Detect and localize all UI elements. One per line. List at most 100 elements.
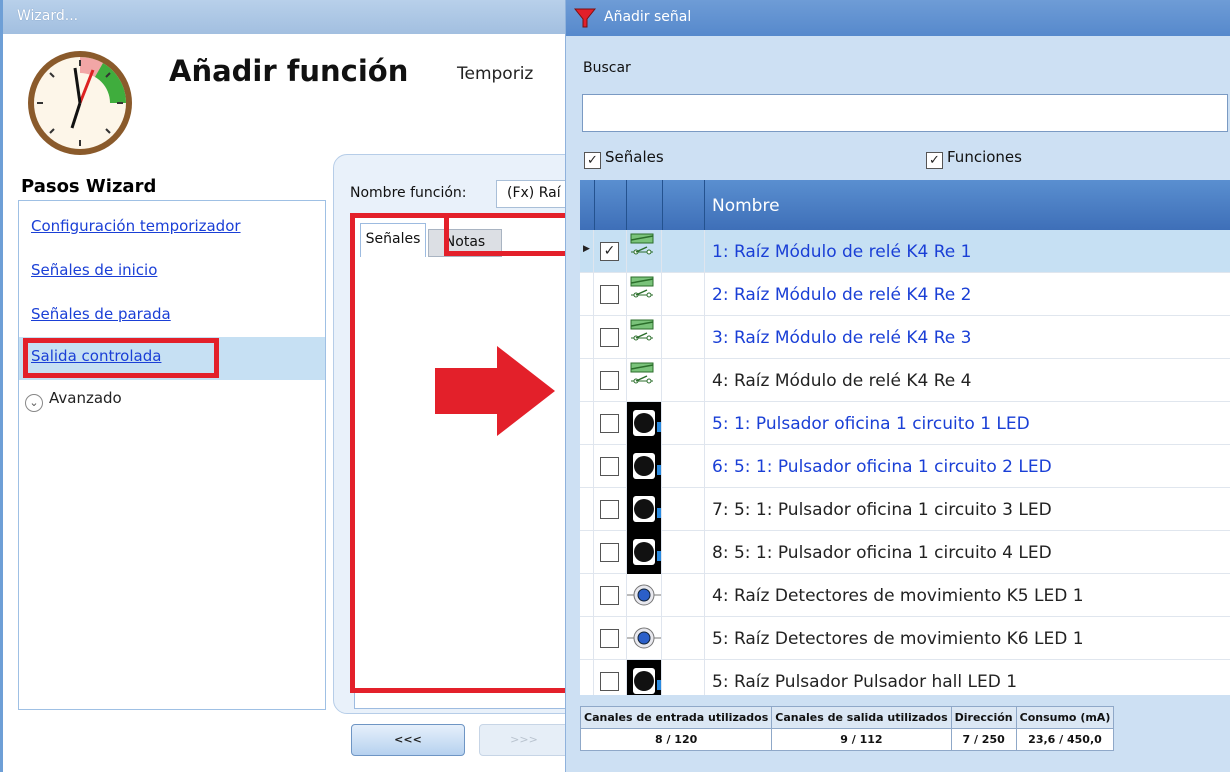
- row-checkbox[interactable]: [600, 629, 619, 648]
- table-row[interactable]: 3: Raíz Módulo de relé K4 Re 3: [580, 316, 1230, 359]
- table-row[interactable]: 5: 1: Pulsador oficina 1 circuito 1 LED: [580, 402, 1230, 445]
- filter-functions-label: Funciones: [947, 148, 1022, 166]
- stat-header-output: Canales de salida utilizados: [771, 706, 952, 729]
- row-indicator: [580, 617, 594, 660]
- function-name-label: Nombre función:: [350, 185, 467, 201]
- table-row[interactable]: 6: 5: 1: Pulsador oficina 1 circuito 2 L…: [580, 445, 1230, 488]
- filter-signals-checkbox[interactable]: ✓ Señales: [584, 148, 664, 169]
- pushbutton-icon: [626, 445, 662, 488]
- table-row[interactable]: 5: Raíz Pulsador Pulsador hall LED 1: [580, 660, 1230, 695]
- advanced-label: Avanzado: [49, 389, 122, 407]
- relay-icon: [626, 273, 662, 316]
- relay-icon: [626, 359, 662, 402]
- row-indicator: [580, 574, 594, 617]
- row-checkbox[interactable]: [600, 371, 619, 390]
- advanced-expander[interactable]: ⌄ Avanzado: [25, 389, 122, 412]
- relay-icon: [626, 230, 662, 273]
- table-row[interactable]: 5: Raíz Detectores de movimiento K6 LED …: [580, 617, 1230, 660]
- motion-detector-icon: [626, 617, 662, 660]
- stat-value-output: 9 / 112: [771, 728, 952, 751]
- row-checkbox[interactable]: [600, 414, 619, 433]
- row-indicator: [580, 273, 594, 316]
- cell-divider: [704, 660, 705, 695]
- function-name-field[interactable]: (Fx) Raí: [496, 180, 576, 208]
- dialog-titlebar: Añadir señal: [566, 0, 1230, 36]
- checkbox-checked-icon: ✓: [584, 152, 601, 169]
- table-row[interactable]: ▶ ✓ 1: Raíz Módulo de relé K4 Re 1: [580, 230, 1230, 273]
- chevron-down-icon: ⌄: [25, 394, 43, 412]
- row-indicator: [580, 402, 594, 445]
- row-checkbox[interactable]: [600, 285, 619, 304]
- usage-table: Canales de entrada utilizados Canales de…: [579, 706, 1115, 751]
- back-button[interactable]: <<<: [351, 724, 465, 756]
- grid-header: Nombre: [580, 180, 1230, 230]
- table-row[interactable]: 8: 5: 1: Pulsador oficina 1 circuito 4 L…: [580, 531, 1230, 574]
- wizard-titlebar: Wizard...: [3, 0, 565, 34]
- cell-divider: [704, 617, 705, 660]
- red-arrow-icon: [435, 346, 555, 436]
- next-button[interactable]: >>>: [479, 724, 569, 756]
- usage-stats: Canales de entrada utilizados Canales de…: [579, 706, 1138, 756]
- row-indicator: [580, 488, 594, 531]
- clock-icon: [28, 51, 132, 155]
- filter-functions-checkbox[interactable]: ✓ Funciones: [926, 148, 1022, 169]
- header-divider: [704, 180, 705, 230]
- row-name: 2: Raíz Módulo de relé K4 Re 2: [712, 285, 972, 305]
- step-stop-signals-link[interactable]: Señales de parada: [31, 305, 171, 323]
- row-name: 5: Raíz Detectores de movimiento K6 LED …: [712, 629, 1084, 649]
- row-indicator: [580, 359, 594, 402]
- row-name: 1: Raíz Módulo de relé K4 Re 1: [712, 242, 972, 262]
- checkbox-checked-icon: ✓: [926, 152, 943, 169]
- stat-value-address: 7 / 250: [950, 728, 1017, 751]
- header-divider: [662, 180, 663, 230]
- relay-icon: [626, 316, 662, 359]
- highlight-box: [23, 338, 219, 378]
- row-checkbox[interactable]: [600, 328, 619, 347]
- filter-signals-label: Señales: [605, 148, 664, 166]
- table-row[interactable]: 4: Raíz Detectores de movimiento K5 LED …: [580, 574, 1230, 617]
- table-row[interactable]: 4: Raíz Módulo de relé K4 Re 4: [580, 359, 1230, 402]
- stat-header-input: Canales de entrada utilizados: [579, 706, 773, 729]
- highlight-box: [444, 213, 449, 256]
- cell-divider: [704, 359, 705, 402]
- wizard-subtitle: Temporiz: [457, 64, 534, 84]
- row-name: 8: 5: 1: Pulsador oficina 1 circuito 4 L…: [712, 543, 1052, 563]
- header-divider: [594, 180, 595, 230]
- step-timer-config-link[interactable]: Configuración temporizador: [31, 217, 241, 235]
- table-row[interactable]: 2: Raíz Módulo de relé K4 Re 2: [580, 273, 1230, 316]
- stat-header-address: Dirección: [950, 706, 1017, 729]
- stat-value-input: 8 / 120: [579, 728, 773, 751]
- motion-detector-icon: [626, 574, 662, 617]
- row-indicator: [580, 531, 594, 574]
- wizard-window: Wizard... Añadir función Temporiz Pasos …: [0, 0, 590, 772]
- cell-divider: [704, 230, 705, 273]
- wizard-header: Añadir función Temporiz: [3, 34, 565, 155]
- row-checkbox[interactable]: [600, 457, 619, 476]
- row-name: 3: Raíz Módulo de relé K4 Re 3: [712, 328, 972, 348]
- add-signal-dialog: Añadir señal Buscar ✓ Señales ✓ Funciones …: [565, 0, 1230, 772]
- steps-panel: Configuración temporizador Señales de in…: [18, 200, 326, 710]
- column-header-name[interactable]: Nombre: [712, 196, 780, 216]
- step-start-signals-link[interactable]: Señales de inicio: [31, 261, 157, 279]
- table-row[interactable]: 7: 5: 1: Pulsador oficina 1 circuito 3 L…: [580, 488, 1230, 531]
- row-name: 4: Raíz Detectores de movimiento K5 LED …: [712, 586, 1084, 606]
- highlight-box: [350, 213, 590, 693]
- search-label: Buscar: [583, 60, 631, 76]
- stat-value-consumption: 23,6 / 450,0: [1015, 728, 1115, 751]
- row-name: 7: 5: 1: Pulsador oficina 1 circuito 3 L…: [712, 500, 1052, 520]
- wizard-title: Añadir función: [169, 54, 409, 88]
- row-checkbox[interactable]: [600, 500, 619, 519]
- row-checkbox[interactable]: ✓: [600, 242, 619, 261]
- row-name: 5: 1: Pulsador oficina 1 circuito 1 LED: [712, 414, 1030, 434]
- pushbutton-icon: [626, 402, 662, 445]
- row-name: 5: Raíz Pulsador Pulsador hall LED 1: [712, 672, 1018, 692]
- row-checkbox[interactable]: [600, 543, 619, 562]
- cell-divider: [704, 445, 705, 488]
- row-indicator: [580, 316, 594, 359]
- search-input[interactable]: [582, 94, 1228, 132]
- cell-divider: [704, 574, 705, 617]
- row-indicator: [580, 445, 594, 488]
- row-checkbox[interactable]: [600, 586, 619, 605]
- cell-divider: [704, 531, 705, 574]
- row-checkbox[interactable]: [600, 672, 619, 691]
